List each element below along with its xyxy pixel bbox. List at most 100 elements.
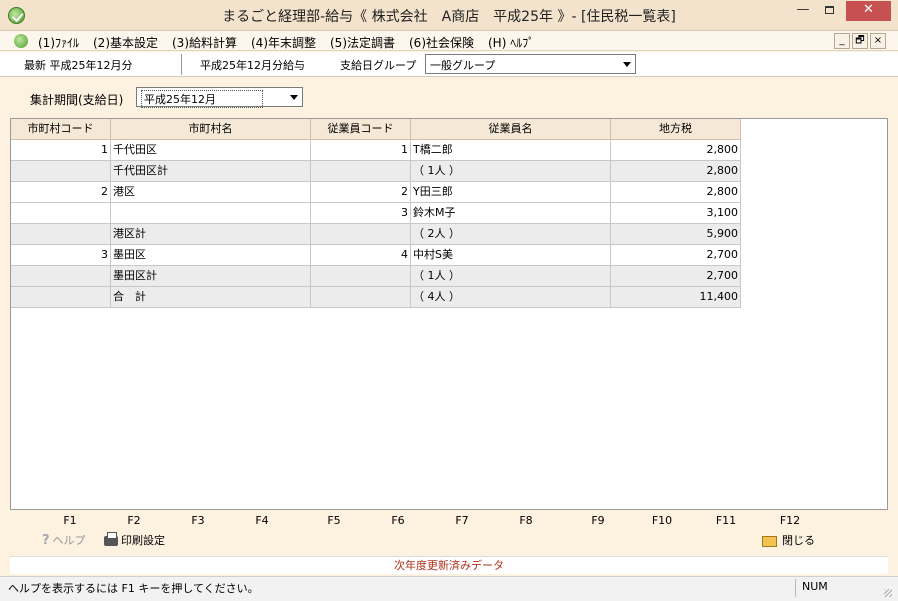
print-settings-label: 印刷設定 <box>121 534 165 547</box>
cell-employee-name[interactable]: （ 2人 ） <box>411 224 611 245</box>
mdi-minimize-button[interactable]: _ <box>834 33 850 49</box>
fkey-f7[interactable]: F7 <box>442 514 482 527</box>
cell-city-code[interactable] <box>11 203 111 224</box>
chevron-down-icon <box>623 62 631 67</box>
cell-employee-name[interactable]: （ 1人 ） <box>411 161 611 182</box>
period-select[interactable]: 平成25年12月 <box>136 87 303 108</box>
menu-basic-settings[interactable]: (2)基本設定 <box>93 34 158 51</box>
close-button[interactable]: 閉じる <box>762 532 815 548</box>
cell-employee-code[interactable] <box>311 161 411 182</box>
cell-local-tax[interactable]: 2,800 <box>611 161 741 182</box>
print-settings-button[interactable]: 印刷設定 <box>104 532 165 548</box>
action-bar: ? ヘルプ 印刷設定 閉じる <box>10 530 888 550</box>
fkey-f6[interactable]: F6 <box>378 514 418 527</box>
cell-city-name[interactable]: 千代田区 <box>111 140 311 161</box>
fkey-f5[interactable]: F5 <box>314 514 354 527</box>
cell-employee-name[interactable]: 中村S美 <box>411 245 611 266</box>
menu-legal-docs[interactable]: (5)法定調書 <box>330 34 395 51</box>
cell-city-name[interactable]: 港区計 <box>111 224 311 245</box>
fkey-f8[interactable]: F8 <box>506 514 546 527</box>
cell-local-tax[interactable]: 2,800 <box>611 140 741 161</box>
cell-employee-name[interactable]: Y田三郎 <box>411 182 611 203</box>
cell-employee-code[interactable]: 3 <box>311 203 411 224</box>
num-lock-indicator: NUM <box>795 579 865 597</box>
mdi-close-button[interactable]: × <box>870 33 886 49</box>
cell-city-name[interactable]: 千代田区計 <box>111 161 311 182</box>
fkey-f3[interactable]: F3 <box>178 514 218 527</box>
fkey-f10[interactable]: F10 <box>642 514 682 527</box>
cell-local-tax[interactable]: 2,700 <box>611 245 741 266</box>
cell-city-name[interactable] <box>111 203 311 224</box>
fkey-f2[interactable]: F2 <box>114 514 154 527</box>
header-city-name[interactable]: 市町村名 <box>111 119 311 140</box>
info-bar: 最新 平成25年12月分 平成25年12月分給与 支給日グループ 一般グループ <box>0 52 898 77</box>
cell-city-code[interactable] <box>11 287 111 308</box>
menu-help[interactable]: (H) ﾍﾙﾌﾟ <box>488 34 534 51</box>
app-menu-icon[interactable] <box>14 34 28 48</box>
maximize-icon <box>824 6 834 14</box>
cell-local-tax[interactable]: 5,900 <box>611 224 741 245</box>
menu-social-insurance[interactable]: (6)社会保険 <box>409 34 474 51</box>
cell-employee-code[interactable] <box>311 287 411 308</box>
cell-employee-code[interactable] <box>311 224 411 245</box>
cell-local-tax[interactable]: 2,700 <box>611 266 741 287</box>
cell-local-tax[interactable]: 2,800 <box>611 182 741 203</box>
latest-period-label: 最新 平成25年12月分 <box>24 59 133 72</box>
window-title: まるごと経理部-給与《 株式会社 A商店 平成25年 》- [住民税一覧表] <box>222 9 676 25</box>
current-payroll-label: 平成25年12月分給与 <box>181 54 328 75</box>
status-message: ヘルプを表示するには F1 キーを押してください。 <box>8 582 259 595</box>
cell-city-code[interactable] <box>11 224 111 245</box>
cell-city-code[interactable] <box>11 266 111 287</box>
fkey-f9[interactable]: F9 <box>578 514 618 527</box>
cell-local-tax[interactable]: 3,100 <box>611 203 741 224</box>
cell-city-name[interactable]: 墨田区計 <box>111 266 311 287</box>
period-value: 平成25年12月 <box>141 90 263 108</box>
menu-file[interactable]: (1)ﾌｧｲﾙ <box>38 34 79 51</box>
cell-city-code[interactable]: 2 <box>11 182 111 203</box>
fkey-f4[interactable]: F4 <box>242 514 282 527</box>
status-bar: ヘルプを表示するには F1 キーを押してください。 NUM <box>0 576 898 601</box>
cell-city-code[interactable]: 3 <box>11 245 111 266</box>
period-label: 集計期間(支給日) <box>30 93 124 107</box>
header-employee-code[interactable]: 従業員コード <box>311 119 411 140</box>
fkey-f12[interactable]: F12 <box>770 514 810 527</box>
cell-employee-name[interactable]: （ 4人 ） <box>411 287 611 308</box>
fkey-f11[interactable]: F11 <box>706 514 746 527</box>
cell-city-name[interactable]: 合 計 <box>111 287 311 308</box>
cell-employee-code[interactable]: 2 <box>311 182 411 203</box>
cell-employee-code[interactable]: 1 <box>311 140 411 161</box>
close-window-button[interactable]: ✕ <box>846 1 891 21</box>
menu-bar: (1)ﾌｧｲﾙ (2)基本設定 (3)給料計算 (4)年末調整 (5)法定調書 … <box>0 31 898 51</box>
fkey-f1[interactable]: F1 <box>50 514 90 527</box>
cell-employee-name[interactable]: （ 1人 ） <box>411 266 611 287</box>
folder-open-icon <box>762 535 777 547</box>
menu-year-end[interactable]: (4)年末調整 <box>251 34 316 51</box>
question-icon: ? <box>42 533 50 548</box>
header-employee-name[interactable]: 従業員名 <box>411 119 611 140</box>
cell-employee-name[interactable]: T橋二郎 <box>411 140 611 161</box>
header-local-tax[interactable]: 地方税 <box>611 119 741 140</box>
cell-city-name[interactable]: 墨田区 <box>111 245 311 266</box>
pay-group-value: 一般グループ <box>430 59 496 72</box>
help-button[interactable]: ? ヘルプ <box>42 532 86 548</box>
minimize-button[interactable]: — <box>790 1 816 21</box>
cell-city-code[interactable] <box>11 161 111 182</box>
next-year-notice: 次年度更新済みデータ <box>10 556 888 574</box>
cell-employee-name[interactable]: 鈴木M子 <box>411 203 611 224</box>
chevron-down-icon <box>290 95 298 100</box>
function-key-bar: F1 F2 F3 F4 F5 F6 F7 F8 F9 F10 F11 F12 <box>10 512 888 529</box>
cell-city-name[interactable]: 港区 <box>111 182 311 203</box>
cell-local-tax[interactable]: 11,400 <box>611 287 741 308</box>
resize-grip-icon[interactable] <box>884 589 892 597</box>
help-label: ヘルプ <box>52 534 86 547</box>
cell-city-code[interactable]: 1 <box>11 140 111 161</box>
cell-employee-code[interactable]: 4 <box>311 245 411 266</box>
menu-salary-calc[interactable]: (3)給料計算 <box>172 34 237 51</box>
resident-tax-table[interactable]: 市町村コード 市町村名 従業員コード 従業員名 地方税 1 千代田区 1 T橋二… <box>10 118 888 510</box>
maximize-button[interactable] <box>816 1 842 21</box>
close-label: 閉じる <box>782 534 815 547</box>
pay-group-select[interactable]: 一般グループ <box>425 54 636 74</box>
mdi-restore-button[interactable]: 🗗 <box>852 33 868 49</box>
header-city-code[interactable]: 市町村コード <box>11 119 111 140</box>
cell-employee-code[interactable] <box>311 266 411 287</box>
